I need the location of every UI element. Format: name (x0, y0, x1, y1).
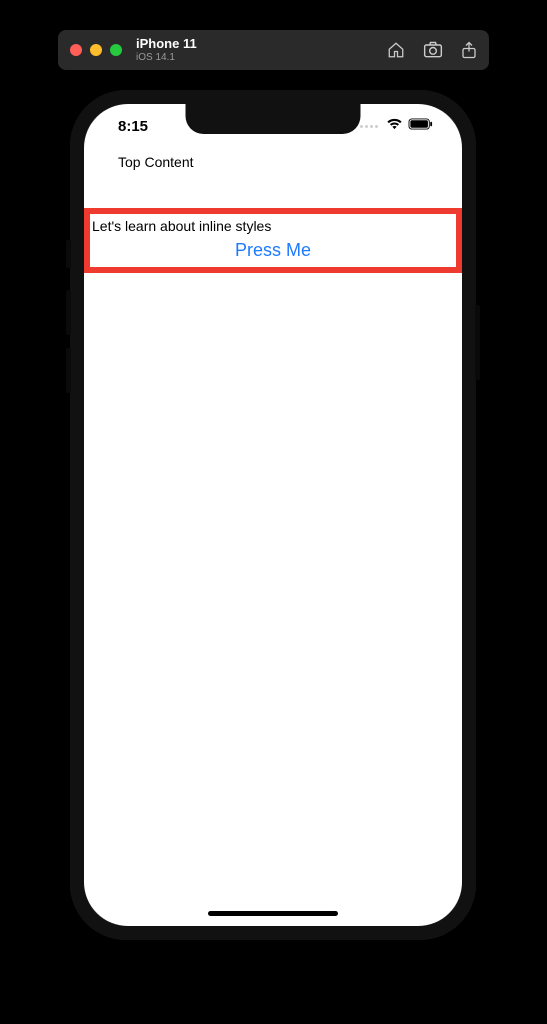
window-controls (70, 44, 122, 56)
home-indicator[interactable] (208, 911, 338, 916)
simulator-titlebar: iPhone 11 iOS 14.1 (58, 30, 489, 70)
volume-up-button[interactable] (66, 290, 71, 335)
battery-icon (408, 117, 434, 135)
top-content-label: Top Content (84, 154, 462, 170)
phone-screen: 8:15 Top Content Let's learn about inlin… (84, 104, 462, 926)
phone-frame: 8:15 Top Content Let's learn about inlin… (70, 90, 476, 940)
cellular-signal-icon (360, 125, 378, 128)
volume-down-button[interactable] (66, 348, 71, 393)
simulator-os-version: iOS 14.1 (136, 52, 197, 63)
minimize-window-button[interactable] (90, 44, 102, 56)
inline-styles-box: Let's learn about inline styles Press Me (84, 208, 462, 273)
simulator-title-block: iPhone 11 iOS 14.1 (136, 37, 197, 62)
app-content: Top Content Let's learn about inline sty… (84, 148, 462, 273)
silent-switch[interactable] (66, 240, 71, 268)
press-me-button[interactable]: Press Me (90, 240, 456, 261)
share-icon[interactable] (461, 41, 477, 59)
simulator-device-name: iPhone 11 (136, 37, 197, 51)
notch (186, 104, 361, 134)
power-button[interactable] (475, 305, 480, 380)
close-window-button[interactable] (70, 44, 82, 56)
screenshot-icon[interactable] (423, 41, 443, 59)
wifi-icon (386, 117, 403, 135)
fullscreen-window-button[interactable] (110, 44, 122, 56)
status-right (360, 117, 434, 135)
status-time: 8:15 (118, 118, 148, 135)
home-icon[interactable] (387, 41, 405, 59)
simulator-toolbar (387, 41, 477, 59)
inline-styles-text: Let's learn about inline styles (90, 218, 456, 234)
